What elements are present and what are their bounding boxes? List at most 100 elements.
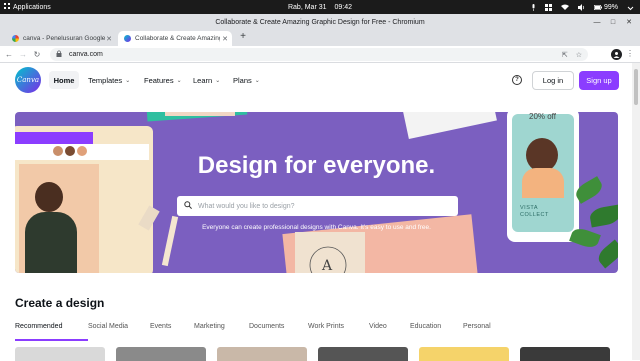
nav-home[interactable]: Home [49, 71, 79, 89]
chevron-down-icon: ⌄ [125, 77, 131, 84]
forward-arrow-icon[interactable]: → [18, 49, 28, 59]
category-label: Documents [249, 323, 285, 330]
nav-plans-label: Plans [233, 75, 252, 85]
app-menu-icon [4, 3, 10, 11]
category-label: Events [150, 323, 172, 330]
applications-label: Applications [13, 3, 51, 11]
category-label: Marketing [194, 323, 225, 330]
battery-icon [593, 4, 602, 10]
design-thumbnail[interactable] [318, 347, 408, 361]
browser-toolbar: ← → ↻ canva.com ⇱ ☆ ⋮ [0, 46, 640, 63]
battery-percent: 99% [603, 3, 618, 11]
volume-icon [577, 3, 585, 11]
lock-icon [56, 50, 64, 59]
category-tab-personal[interactable]: Personal [463, 323, 508, 341]
more-menu-icon[interactable]: ⋮ [626, 49, 634, 58]
nav-plans[interactable]: Plans ⌄ [233, 73, 260, 87]
bookmark-star-icon[interactable]: ☆ [576, 51, 582, 59]
hero-banner: A 20% off VISTA COLLECT Design for every… [15, 112, 618, 273]
search-icon [184, 201, 198, 211]
category-tab-events[interactable]: Events [150, 323, 194, 341]
design-thumbnail[interactable] [116, 347, 206, 361]
tab-close-icon[interactable]: ✕ [106, 35, 112, 43]
page-scrollbar[interactable] [632, 63, 640, 360]
profile-avatar-icon[interactable] [611, 49, 622, 60]
category-tabs: Recommended Social Media Events Marketin… [15, 323, 508, 341]
nav-features[interactable]: Features ⌄ [144, 73, 182, 87]
white-paper-shape [403, 112, 497, 140]
category-tab-work-prints[interactable]: Work Prints [308, 323, 369, 341]
pink-paper-shape [165, 112, 235, 116]
help-icon[interactable]: ? [512, 75, 522, 85]
design-search-input[interactable]: What would you like to design? [177, 196, 458, 216]
category-tab-marketing[interactable]: Marketing [194, 323, 249, 341]
hero-subtitle: Everyone can create professional designs… [202, 224, 431, 231]
grid-icon [544, 3, 552, 11]
battery-indicator: 99% [593, 3, 618, 11]
applications-menu[interactable]: Applications [4, 3, 51, 11]
site-header: Canva Home Templates ⌄ Features ⌄ Learn ⌄ P… [0, 63, 632, 97]
signup-label: Sign up [586, 76, 612, 85]
tab-strip: canva - Penelusuran Google ✕ Collaborate… [0, 30, 640, 46]
category-tab-education[interactable]: Education [410, 323, 463, 341]
promo-badge: 20% off [529, 112, 556, 121]
design-thumbnail[interactable] [520, 347, 610, 361]
category-tab-video[interactable]: Video [369, 323, 410, 341]
sketch-paper-shape: A [295, 232, 365, 273]
category-tab-documents[interactable]: Documents [249, 323, 308, 341]
portrait-photo [19, 164, 99, 273]
close-icon[interactable]: ✕ [624, 17, 634, 27]
category-tab-recommended[interactable]: Recommended [15, 323, 88, 341]
chevron-down-icon: ⌄ [215, 77, 221, 84]
url-text: canva.com [69, 51, 103, 58]
section-title: Create a design [15, 296, 105, 310]
category-label: Education [410, 323, 442, 330]
design-thumbnail[interactable] [15, 347, 105, 361]
nav-home-label: Home [53, 75, 75, 85]
leaf-shape [594, 239, 618, 269]
nav-templates-label: Templates [88, 75, 123, 85]
tab-close-icon[interactable]: ✕ [220, 34, 228, 43]
reload-icon[interactable]: ↻ [32, 49, 42, 59]
category-label: Personal [463, 323, 491, 330]
left-device-toolbar [15, 132, 93, 144]
design-thumbnail[interactable] [419, 347, 509, 361]
signup-button[interactable]: Sign up [579, 71, 619, 90]
date-label: Rab, Mar 31 [287, 3, 327, 11]
chevron-down-icon: ⌄ [254, 77, 260, 84]
system-tray[interactable]: 99% [531, 0, 634, 14]
login-button[interactable]: Log in [532, 71, 574, 90]
nav-features-label: Features [144, 75, 174, 85]
nav-templates[interactable]: Templates ⌄ [88, 73, 130, 87]
maximize-icon[interactable]: □ [608, 17, 618, 27]
microphone-icon [531, 3, 536, 11]
system-top-bar: Applications Rab, Mar 31 09:42 99% [0, 0, 640, 14]
back-arrow-icon[interactable]: ← [4, 49, 14, 59]
tab-label: canva - Penelusuran Google [23, 35, 106, 42]
nav-learn-label: Learn [193, 75, 213, 85]
chevron-down-icon: ⌄ [176, 77, 182, 84]
minimize-icon[interactable]: — [592, 17, 602, 27]
design-thumbnail[interactable] [217, 347, 307, 361]
new-tab-button[interactable]: + [237, 31, 249, 43]
scrollbar-thumb[interactable] [634, 69, 638, 105]
window-title-bar[interactable]: Collaborate & Create Amazing Graphic Des… [0, 14, 640, 30]
share-icon[interactable]: ⇱ [562, 51, 568, 59]
svg-text:A: A [321, 258, 333, 273]
tab-canva[interactable]: Collaborate & Create Amazing ✕ [118, 31, 232, 46]
google-favicon-icon [12, 35, 19, 42]
category-label: Video [369, 323, 387, 330]
canva-favicon-icon [124, 35, 131, 42]
category-tab-social-media[interactable]: Social Media [88, 323, 150, 341]
tab-google-search[interactable]: canva - Penelusuran Google ✕ [6, 31, 116, 46]
tab-label: Collaborate & Create Amazing [135, 35, 223, 42]
address-bar[interactable]: canva.com ⇱ ☆ [50, 48, 588, 61]
canva-logo[interactable]: Canva [15, 67, 41, 93]
category-label: Recommended [15, 323, 63, 330]
time-label: 09:42 [334, 3, 352, 11]
category-label: Social Media [88, 323, 129, 330]
nav-learn[interactable]: Learn ⌄ [193, 73, 220, 87]
hero-title: Design for everyone. [197, 152, 436, 179]
search-placeholder: What would you like to design? [198, 202, 295, 210]
vista-collect-text: VISTA COLLECT [520, 205, 549, 218]
